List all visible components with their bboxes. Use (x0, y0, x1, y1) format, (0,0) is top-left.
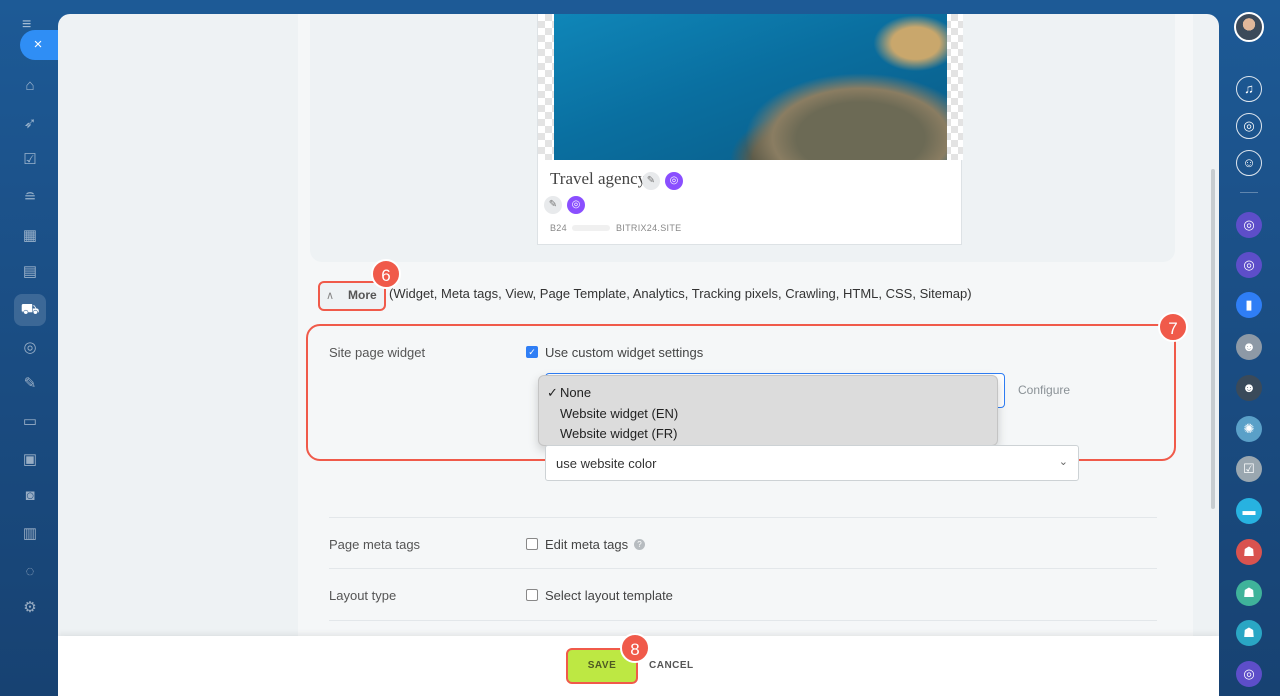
group-chat-icon[interactable]: ☗ (1236, 620, 1262, 646)
edit-pencil-icon[interactable]: ✎ (642, 172, 660, 190)
site-preview-area: Travel agency ✎ ◎ ✎ ◎ B24 BITRIX24.SITE (310, 14, 1175, 262)
left-app-nav: ≡ × ⌂ ➶ ☑ ≘ ▦ ▤ ⛟ ◎ ✎ ▭ ▣ ◙ ▥ ◌ ⚙ (0, 0, 60, 696)
edit-meta-checkbox[interactable] (526, 538, 538, 550)
cancel-button[interactable]: CANCEL (649, 660, 694, 671)
cart-icon[interactable]: ⛟ (14, 294, 46, 326)
contact-avatar[interactable]: ☻ (1236, 334, 1262, 360)
divider (329, 620, 1157, 621)
redacted-subdomain (572, 225, 610, 231)
site-domain: BITRIX24.SITE (616, 223, 682, 233)
site-preview-image (538, 14, 963, 160)
color-select-value: use website color (556, 456, 657, 471)
step-badge-8: 8 (620, 633, 650, 663)
home-icon[interactable]: ⌂ (20, 76, 40, 96)
calendar-icon[interactable]: ▦ (20, 226, 40, 246)
divider (329, 568, 1157, 569)
chevron-up-icon: ∧ (326, 290, 335, 302)
lake-photo (554, 14, 947, 160)
copilot-chat-icon[interactable]: ◎ (1236, 661, 1262, 687)
layout-template-checkbox[interactable] (526, 589, 538, 601)
close-slider-button[interactable]: × (20, 30, 60, 60)
filter-icon[interactable]: ≘ (20, 188, 40, 208)
bell-icon[interactable]: ♫ (1236, 76, 1262, 102)
custom-widget-checkbox[interactable]: ✓ (526, 346, 538, 358)
document-icon[interactable]: ▭ (20, 412, 40, 432)
dropdown-option[interactable]: Website widget (EN) (560, 406, 678, 421)
copilot-icon[interactable]: ◎ (20, 338, 40, 358)
tasks-icon[interactable]: ☑ (20, 150, 40, 170)
rocket-icon[interactable]: ➶ (20, 114, 40, 134)
chat-icon[interactable]: ☺ (1236, 150, 1262, 176)
edit-pencil-icon[interactable]: ✎ (544, 196, 562, 214)
layout-template-label[interactable]: Select layout template (545, 588, 673, 603)
widget-dropdown-menu: ✓ None Website widget (EN) Website widge… (538, 375, 998, 446)
step-badge-7: 7 (1158, 312, 1188, 342)
chevron-down-icon: ⌄ (1058, 456, 1068, 468)
copilot-icon[interactable]: ◎ (1236, 113, 1262, 139)
divider (329, 517, 1157, 518)
tasks-chat-icon[interactable]: ☑ (1236, 456, 1262, 482)
settings-content: Travel agency ✎ ◎ ✎ ◎ B24 BITRIX24.SITE … (298, 14, 1193, 636)
robot-icon[interactable]: ◙ (20, 486, 40, 506)
group-chat-icon[interactable]: ☗ (1236, 580, 1262, 606)
dropdown-option[interactable]: Website widget (FR) (560, 426, 678, 441)
divider (1240, 192, 1258, 193)
configure-link[interactable]: Configure (1018, 383, 1070, 397)
layout-row-label: Layout type (329, 588, 397, 603)
widget-row-label: Site page widget (329, 345, 426, 360)
contact-avatar[interactable]: ☻ (1236, 375, 1262, 401)
more-label: More (348, 288, 377, 302)
more-sections-list: (Widget, Meta tags, View, Page Template,… (389, 286, 972, 301)
copilot-icon[interactable]: ◎ (567, 196, 585, 214)
chart-icon[interactable]: ▥ (20, 524, 40, 544)
edit-meta-label[interactable]: Edit meta tags (545, 537, 628, 552)
pen-icon[interactable]: ✎ (20, 374, 40, 394)
user-avatar[interactable] (1234, 12, 1264, 42)
site-domain-prefix: B24 (550, 223, 567, 233)
bookmark-icon[interactable]: ▮ (1236, 292, 1262, 318)
site-title: Travel agency (550, 169, 647, 188)
right-sidebar: ♫ ◎ ☺ ◎ ◎ ▮ ☻ ☻ ✺ ☑ ▬ ☗ ☗ ☗ ◎ (1218, 0, 1280, 696)
briefcase-icon[interactable]: ▤ (20, 262, 40, 282)
settings-icon[interactable]: ⚙ (20, 598, 40, 618)
copilot-icon[interactable]: ◎ (665, 172, 683, 190)
shield-icon[interactable]: ◌ (20, 562, 40, 582)
copilot-chat-icon[interactable]: ◎ (1236, 212, 1262, 238)
selected-check-icon: ✓ (547, 385, 558, 400)
help-icon[interactable]: ? (634, 539, 645, 550)
group-avatar[interactable]: ✺ (1236, 416, 1262, 442)
custom-widget-label[interactable]: Use custom widget settings (545, 345, 703, 360)
message-icon[interactable]: ▬ (1236, 498, 1262, 524)
step-badge-6: 6 (371, 259, 401, 289)
meta-row-label: Page meta tags (329, 537, 421, 552)
site-card[interactable]: Travel agency ✎ ◎ ✎ ◎ B24 BITRIX24.SITE (537, 14, 963, 245)
card-icon[interactable]: ▣ (20, 450, 40, 470)
group-chat-icon[interactable]: ☗ (1236, 539, 1262, 565)
widget-color-select[interactable]: use website color ⌄ (545, 445, 1079, 481)
dropdown-option[interactable]: None (560, 385, 591, 400)
site-settings-slider: Travel agency ✎ ◎ ✎ ◎ B24 BITRIX24.SITE … (58, 14, 1219, 696)
scrollbar[interactable] (1211, 169, 1215, 509)
copilot-chat-icon[interactable]: ◎ (1236, 252, 1262, 278)
